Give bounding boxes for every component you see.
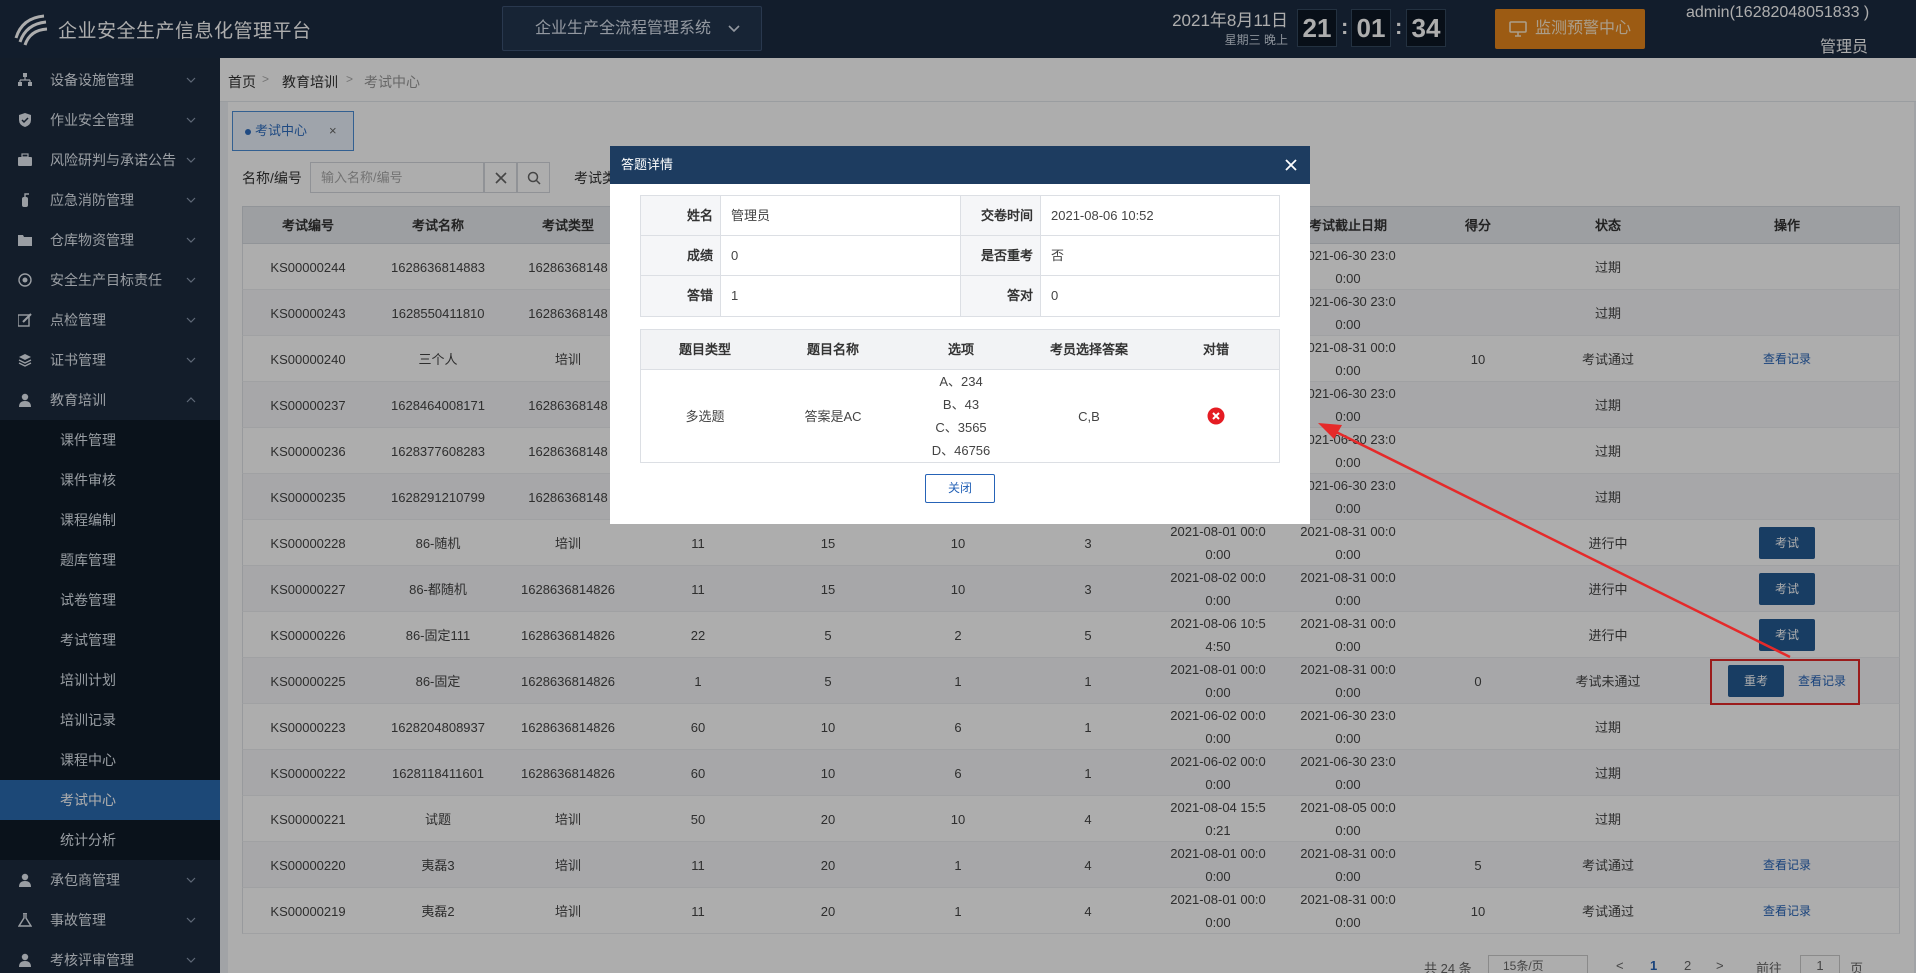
right-count-value: 0: [1051, 288, 1059, 303]
answer-header-result: 对错: [1202, 342, 1229, 357]
option-c: C、3565: [935, 420, 987, 435]
answer-header-options: 选项: [947, 342, 974, 357]
retake-label: 是否重考: [961, 236, 1041, 276]
score-label: 成绩: [641, 236, 721, 276]
wrong-count-value: 1: [721, 276, 961, 316]
info-table: 姓名 管理员 交卷时间 2021-08-06 10:52 成绩 0 是否重考 否…: [640, 195, 1280, 317]
answer-options: A、234 B、43 C、3565 D、46756: [897, 370, 1025, 462]
answer-header-chosen: 考员选择答案: [1049, 342, 1128, 357]
name-label: 姓名: [641, 196, 721, 236]
submit-time-value: 2021-08-06 10:52: [1041, 196, 1279, 236]
answer-table: 题目类型 题目名称 选项 考员选择答案 对错 多选题 答案是AC A、234 B…: [640, 329, 1280, 463]
answer-header-name: 题目名称: [806, 342, 859, 357]
name-value: 管理员: [721, 196, 961, 236]
right-count-label: 答对: [961, 276, 1041, 316]
answer-detail-modal: 答题详情 姓名 管理员 交卷时间 2021-08-06 10:52 成绩 0 是…: [610, 146, 1310, 524]
answer-table-header: 题目类型 题目名称 选项 考员选择答案 对错: [641, 330, 1279, 370]
answer-type: 多选题: [685, 408, 725, 424]
option-b: B、43: [942, 397, 980, 412]
answer-header-type: 题目类型: [678, 342, 731, 357]
answer-chosen: C,B: [1078, 408, 1100, 424]
modal-header: 答题详情: [610, 146, 1310, 184]
wrong-count-label: 答错: [641, 276, 721, 316]
score-value: 0: [721, 236, 961, 276]
option-a: A、234: [939, 374, 983, 389]
answer-result: [1153, 370, 1279, 462]
close-icon[interactable]: [1284, 158, 1298, 172]
modal-title: 答题详情: [621, 157, 674, 172]
option-d: D、46756: [931, 443, 991, 458]
modal-close-button[interactable]: 关闭: [925, 474, 995, 503]
answer-question-name: 答案是AC: [804, 408, 862, 424]
submit-time-label: 交卷时间: [961, 196, 1041, 236]
retake-value: 否: [1041, 236, 1279, 276]
wrong-icon: [1207, 407, 1225, 425]
